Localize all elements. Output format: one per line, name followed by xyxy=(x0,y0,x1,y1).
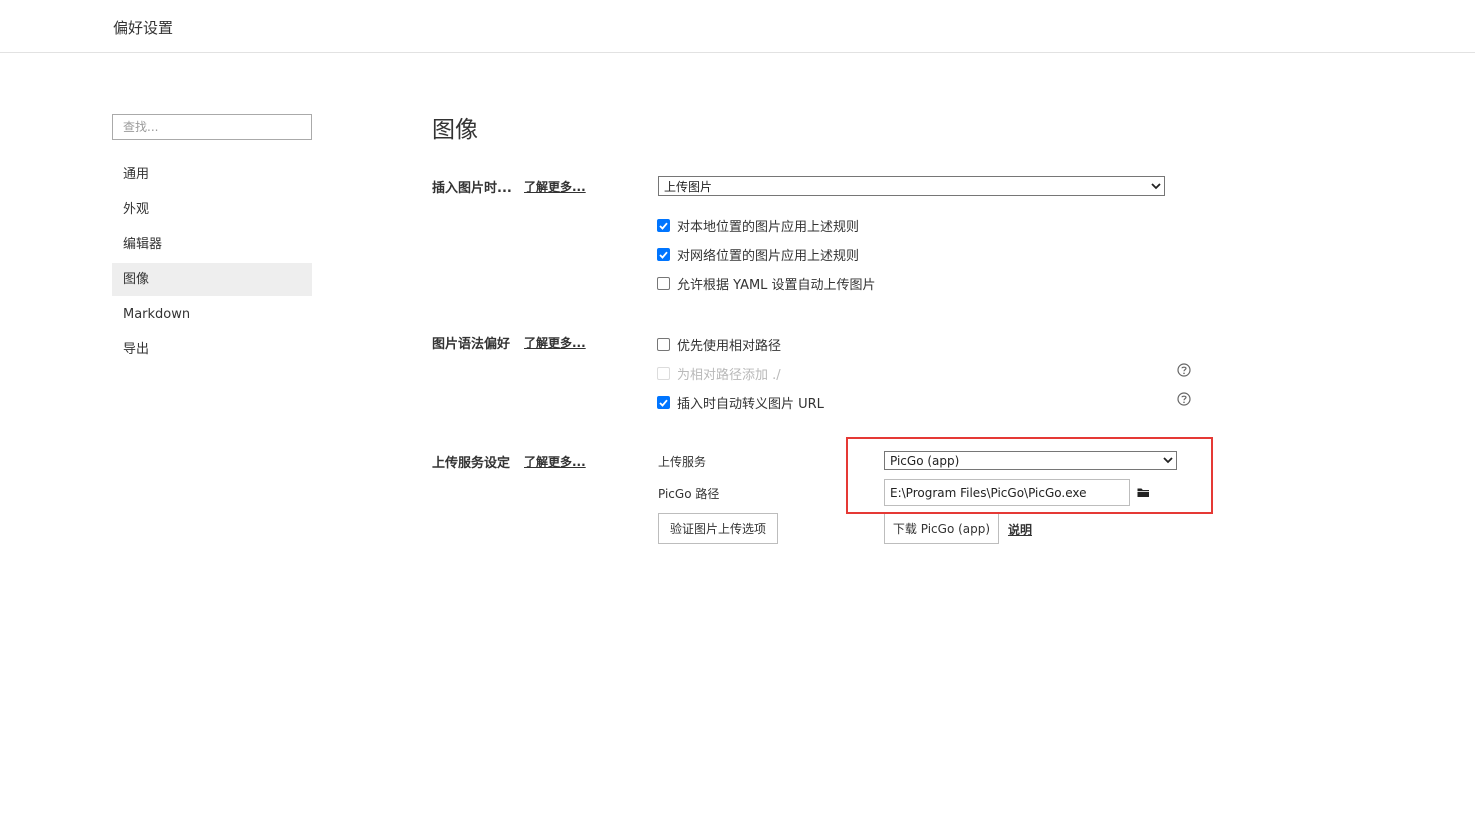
sidebar-item-image[interactable]: 图像 xyxy=(112,263,312,296)
chevron-down-icon xyxy=(1148,177,1164,195)
upload-service-select[interactable]: PicGo (app) xyxy=(884,451,1177,470)
sidebar-item-export[interactable]: 导出 xyxy=(112,333,312,366)
sidebar-item-editor[interactable]: 编辑器 xyxy=(112,228,312,261)
syntax-learn-more-link[interactable]: 了解更多... xyxy=(524,334,586,351)
prefer-relative-path-checkbox[interactable] xyxy=(657,338,670,351)
prefer-relative-path-option[interactable]: 优先使用相对路径 xyxy=(657,335,781,354)
network-image-rule-checkbox[interactable] xyxy=(657,248,670,261)
sidebar-item-markdown[interactable]: Markdown xyxy=(112,298,312,331)
yaml-auto-upload-option[interactable]: 允许根据 YAML 设置自动上传图片 xyxy=(657,274,876,293)
relative-path-prefix-label: 为相对路径添加 ./ xyxy=(677,368,781,383)
insert-image-select-value: 上传图片 xyxy=(664,179,713,194)
sidebar-nav: 通用 外观 编辑器 图像 Markdown 导出 xyxy=(112,158,312,368)
help-icon[interactable] xyxy=(1177,392,1191,406)
title-bar: 偏好设置 xyxy=(0,0,1475,53)
verify-upload-button-label: 验证图片上传选项 xyxy=(669,522,766,536)
sidebar-item-label: 编辑器 xyxy=(123,237,163,252)
picgo-path-input[interactable] xyxy=(884,479,1130,506)
page-title: 图像 xyxy=(432,117,478,143)
upload-learn-more-link[interactable]: 了解更多... xyxy=(524,453,586,470)
syntax-preference-label: 图片语法偏好 xyxy=(432,337,511,352)
picgo-path-label: PicGo 路径 xyxy=(658,487,720,501)
insert-image-select[interactable]: 上传图片 xyxy=(658,176,1165,196)
network-image-rule-option[interactable]: 对网络位置的图片应用上述规则 xyxy=(657,245,859,264)
download-picgo-button[interactable]: 下载 PicGo (app) xyxy=(884,512,999,544)
search-input[interactable] xyxy=(112,114,312,140)
sidebar-item-label: Markdown xyxy=(123,307,191,322)
upload-service-settings-label: 上传服务设定 xyxy=(432,456,511,471)
escape-image-url-label: 插入时自动转义图片 URL xyxy=(677,397,824,412)
yaml-auto-upload-checkbox[interactable] xyxy=(657,277,670,290)
prefer-relative-path-label: 优先使用相对路径 xyxy=(677,339,782,354)
folder-icon[interactable] xyxy=(1137,487,1150,498)
yaml-auto-upload-label: 允许根据 YAML 设置自动上传图片 xyxy=(677,278,876,293)
sidebar-item-label: 图像 xyxy=(123,272,150,287)
chevron-down-icon xyxy=(1160,452,1176,469)
upload-service-label: 上传服务 xyxy=(658,455,707,469)
local-image-rule-label: 对本地位置的图片应用上述规则 xyxy=(677,220,860,235)
escape-image-url-checkbox[interactable] xyxy=(657,396,670,409)
upload-service-select-value: PicGo (app) xyxy=(890,453,960,468)
relative-path-prefix-checkbox xyxy=(657,367,670,380)
explain-link[interactable]: 说明 xyxy=(1008,521,1032,538)
escape-image-url-option[interactable]: 插入时自动转义图片 URL xyxy=(657,393,824,412)
sidebar-item-general[interactable]: 通用 xyxy=(112,158,312,191)
help-icon[interactable] xyxy=(1177,363,1191,377)
download-picgo-button-label: 下载 PicGo (app) xyxy=(892,521,991,536)
sidebar-item-label: 导出 xyxy=(123,342,150,357)
local-image-rule-option[interactable]: 对本地位置的图片应用上述规则 xyxy=(657,216,859,235)
window-title: 偏好设置 xyxy=(113,19,174,37)
verify-upload-button[interactable]: 验证图片上传选项 xyxy=(658,513,778,544)
sidebar-item-appearance[interactable]: 外观 xyxy=(112,193,312,226)
local-image-rule-checkbox[interactable] xyxy=(657,219,670,232)
sidebar-item-label: 外观 xyxy=(123,202,150,217)
network-image-rule-label: 对网络位置的图片应用上述规则 xyxy=(677,249,860,264)
insert-image-label: 插入图片时... xyxy=(432,181,512,196)
relative-path-prefix-option: 为相对路径添加 ./ xyxy=(657,364,781,383)
insert-image-learn-more-link[interactable]: 了解更多... xyxy=(524,178,586,195)
sidebar-item-label: 通用 xyxy=(123,167,150,182)
